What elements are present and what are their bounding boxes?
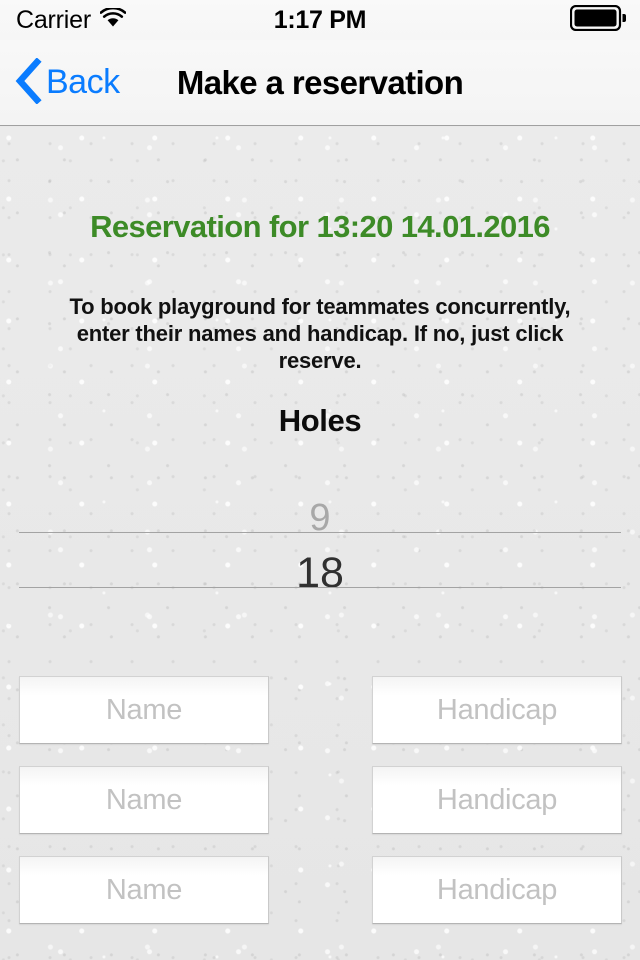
name-input-2[interactable]: Name [19,766,269,834]
navigation-bar: Back Make a reservation [0,40,640,126]
name-input-1[interactable]: Name [19,676,269,744]
picker-selection-line-bottom [19,587,621,588]
status-bar-clock: 1:17 PM [273,5,367,34]
teammate-row: Name Handicap [0,766,640,834]
teammate-fields-group: Name Handicap Name Handicap Name Handica… [0,676,640,946]
name-input-3-placeholder: Name [105,873,183,906]
main-content: Reservation for 13:20 14.01.2016 To book… [0,127,640,960]
holes-picker[interactable]: 9 18 [0,457,640,617]
handicap-input-2-placeholder: Handicap [436,783,558,816]
reservation-heading: Reservation for 13:20 14.01.2016 [90,209,550,244]
instructions-text: To book playground for teammates concurr… [69,294,571,373]
handicap-input-1-placeholder: Handicap [436,693,558,726]
picker-selection-line-top [19,532,621,533]
handicap-input-2[interactable]: Handicap [372,766,622,834]
page-title: Make a reservation [176,63,464,101]
app-screen: Carrier 1:17 PM Back Make a reservation … [0,0,640,960]
name-input-2-placeholder: Name [105,783,183,816]
handicap-input-3[interactable]: Handicap [372,856,622,924]
name-input-1-placeholder: Name [105,693,183,726]
name-input-3[interactable]: Name [19,856,269,924]
holes-section-label: Holes [278,403,362,438]
status-bar: Carrier 1:17 PM [0,0,640,40]
battery-full-icon [569,4,626,36]
picker-option-selected[interactable]: 18 [0,549,640,598]
handicap-input-3-placeholder: Handicap [436,873,558,906]
teammate-row: Name Handicap [0,676,640,744]
picker-option-previous[interactable]: 9 [0,497,640,540]
handicap-input-1[interactable]: Handicap [372,676,622,744]
teammate-row: Name Handicap [0,856,640,924]
status-bar-right [569,4,626,36]
